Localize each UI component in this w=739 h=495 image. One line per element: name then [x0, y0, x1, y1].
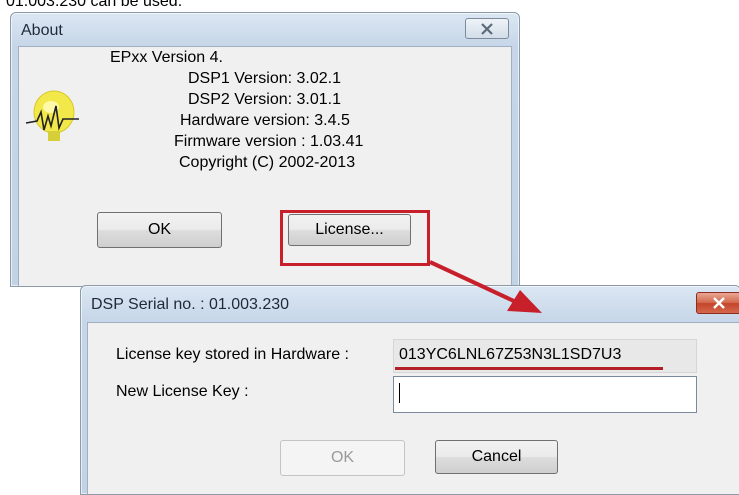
annotation-arrow — [429, 260, 542, 313]
